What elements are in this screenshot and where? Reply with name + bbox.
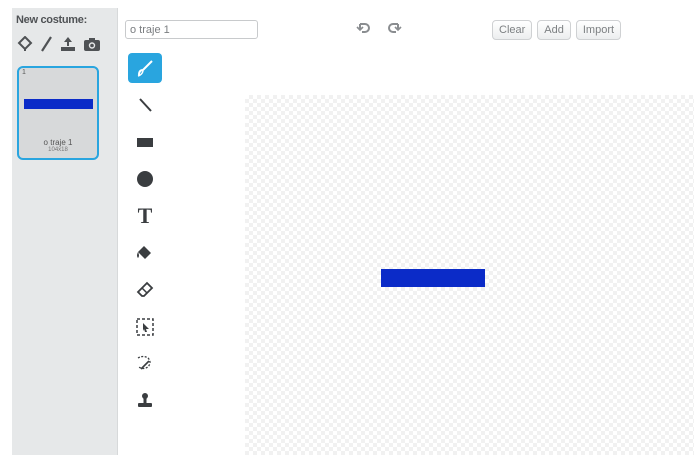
fill-tool[interactable] [128, 238, 162, 268]
clear-button[interactable]: Clear [492, 20, 533, 40]
text-icon: T [137, 203, 153, 228]
stamp-icon [138, 393, 152, 407]
eraser-tool[interactable] [128, 275, 162, 305]
camera-icon[interactable] [83, 37, 101, 57]
pencil-paint-icon[interactable] [39, 36, 53, 57]
costume-size-label: 104x18 [48, 147, 68, 153]
import-button[interactable]: Import [575, 20, 622, 40]
upload-icon[interactable] [59, 36, 77, 57]
select-icon [136, 318, 154, 336]
ellipse-tool[interactable] [128, 164, 162, 194]
costume-name-label: o traje 1 [43, 138, 73, 147]
costume-thumbnail-image [24, 99, 93, 109]
brush-tool[interactable] [128, 53, 162, 83]
eraser-icon [136, 281, 154, 297]
line-tool[interactable] [128, 90, 162, 120]
remove-background-tool[interactable] [128, 349, 162, 379]
stamp-tool[interactable] [128, 386, 162, 416]
undo-redo-group [356, 21, 402, 35]
costume-shape-rectangle[interactable] [381, 269, 485, 287]
select-tool[interactable] [128, 312, 162, 342]
text-tool[interactable]: T [128, 201, 162, 231]
costume-list-pane: New costume: 1 o traje 1 104x18 [12, 8, 118, 455]
drawing-canvas[interactable] [245, 95, 694, 455]
ellipse-icon [137, 171, 153, 187]
costume-name-input[interactable] [125, 20, 258, 39]
paint-brush-choose-icon[interactable] [17, 35, 33, 57]
paint-toolbar: T [128, 53, 164, 423]
redo-icon[interactable] [386, 21, 402, 35]
line-icon [139, 98, 152, 112]
costume-number: 1 [22, 69, 26, 76]
magic-wand-icon [137, 355, 151, 370]
paint-bucket-icon [137, 246, 151, 259]
new-costume-label: New costume: [16, 14, 87, 26]
add-button[interactable]: Add [537, 20, 571, 40]
rectangle-tool[interactable] [128, 127, 162, 157]
rectangle-icon [137, 138, 153, 147]
undo-icon[interactable] [356, 21, 372, 35]
new-costume-icons [17, 35, 101, 57]
costume-thumbnail-selected[interactable]: 1 o traje 1 104x18 [17, 66, 99, 160]
canvas-actions: Clear Add Import [492, 20, 622, 40]
brush-icon [137, 60, 153, 77]
